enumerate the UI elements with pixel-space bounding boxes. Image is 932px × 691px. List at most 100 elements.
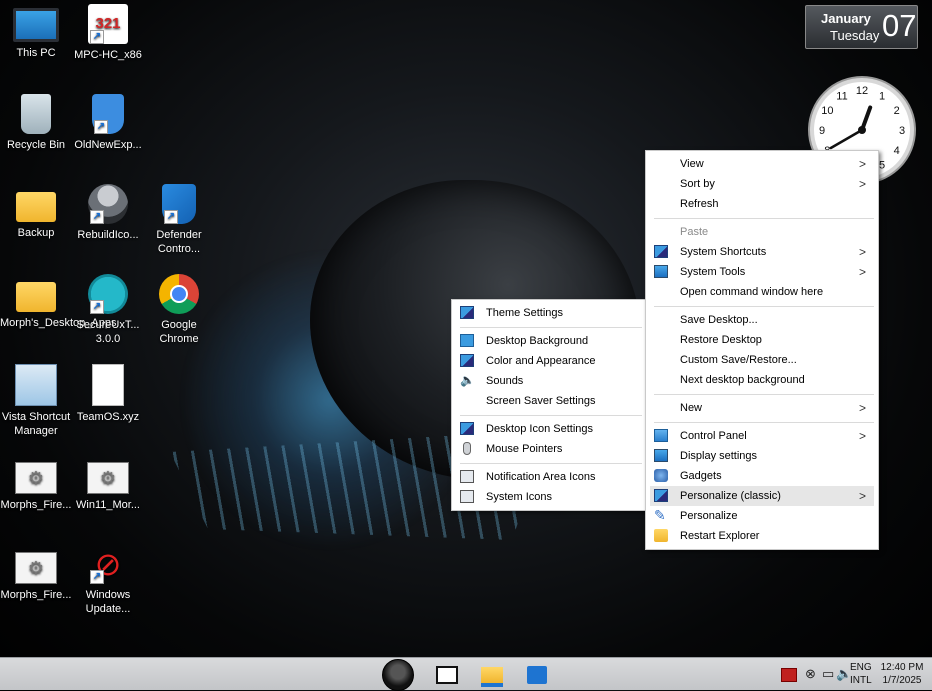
desktop-icon-rebuildicon[interactable]: ↗ RebuildIco... — [72, 184, 144, 242]
menu-item-custom-save-restore[interactable]: Custom Save/Restore... — [646, 350, 878, 370]
menu-item-next-desktop-background[interactable]: Next desktop background — [646, 370, 878, 390]
menu-item-refresh[interactable]: Refresh — [646, 194, 878, 214]
submenu-item-desktop-icon-settings[interactable]: Desktop Icon Settings — [452, 419, 646, 439]
clock-number: 3 — [899, 125, 905, 137]
submenu-item-mouse-pointers[interactable]: Mouse Pointers — [452, 439, 646, 459]
chrome-document-icon — [92, 364, 124, 406]
submenu-item-desktop-background[interactable]: Desktop Background — [452, 331, 646, 351]
submenu-item-color-and-appearance[interactable]: Color and Appearance — [452, 351, 646, 371]
menu-item-restore-desktop[interactable]: Restore Desktop — [646, 330, 878, 350]
menu-item-gadgets[interactable]: Gadgets — [646, 466, 878, 486]
control-panel-icon — [654, 429, 668, 442]
windows-update-blocked-icon: ⊘ ↗ — [88, 544, 128, 584]
task-view-button[interactable] — [432, 660, 462, 688]
desktop-icon-google-chrome[interactable]: Google Chrome — [143, 274, 215, 346]
submenu-item-screen-saver-settings[interactable]: Screen Saver Settings — [452, 391, 646, 411]
desktop-icon-label: OldNewExp... — [74, 139, 142, 151]
clock-number: 5 — [879, 160, 885, 172]
clock-number: 4 — [894, 145, 900, 157]
pen-icon: ✎ — [654, 507, 666, 523]
desktop-icon-morphs-fire-2[interactable]: ⚙ Morphs_Fire... — [0, 544, 72, 602]
desktop-icon-mpc-hc[interactable]: 321 ↗ MPC-HC_x86 — [72, 4, 144, 62]
submenu-item-sounds[interactable]: 🔈 Sounds — [452, 371, 646, 391]
desktop-icon-label: Google Chrome — [159, 319, 199, 345]
menu-item-sort-by[interactable]: Sort by > — [646, 174, 878, 194]
submenu-separator — [460, 463, 642, 464]
shortcut-arrow-icon: ↗ — [164, 210, 178, 224]
red-app-icon[interactable] — [781, 668, 797, 682]
desktop-icon-label: Morphs_Fire... — [0, 499, 72, 511]
folder-icon — [16, 192, 56, 222]
menu-item-save-desktop[interactable]: Save Desktop... — [646, 310, 878, 330]
menu-item-paste[interactable]: Paste — [646, 222, 878, 242]
menu-item-open-command-window[interactable]: Open command window here — [646, 282, 878, 302]
calendar-day: 07 — [882, 8, 917, 43]
settings-gears-icon: ⚙ — [87, 462, 129, 494]
clock-number: 2 — [894, 105, 900, 117]
defender-shield-icon: ↗ — [162, 184, 196, 224]
recycle-bin-icon — [21, 94, 51, 134]
menu-item-view[interactable]: View > — [646, 154, 878, 174]
submenu-item-system-icons[interactable]: System Icons — [452, 487, 646, 507]
desktop-icon-label: Morph's_Desktop_Apps — [0, 317, 117, 329]
menu-item-control-panel[interactable]: Control Panel > — [646, 426, 878, 446]
calendar-gadget[interactable]: January Tuesday 07 — [805, 5, 918, 49]
menu-item-system-tools[interactable]: System Tools > — [646, 262, 878, 282]
store-button[interactable] — [522, 660, 552, 688]
desktop-icon-oldnewexplorer[interactable]: ↗ OldNewExp... — [72, 94, 144, 152]
chrome-icon — [159, 274, 199, 314]
store-icon — [527, 666, 547, 684]
desktop-context-menu: View > Sort by > Refresh Paste System Shor… — [645, 150, 879, 550]
desktop-icon-vista-shortcut-manager[interactable]: Vista Shortcut Manager — [0, 364, 72, 438]
file-explorer-button[interactable] — [477, 660, 507, 688]
clock-number: 12 — [856, 85, 868, 97]
personalize-classic-icon — [654, 489, 668, 502]
desktop-icon-defender-control[interactable]: ↗ Defender Contro... — [143, 184, 215, 256]
settings-gears-icon: ⚙ — [15, 462, 57, 494]
menu-item-personalize-classic[interactable]: Personalize (classic) > — [650, 486, 874, 506]
desktop-icon-label: Morphs_Fire... — [0, 589, 72, 601]
menu-item-display-settings[interactable]: Display settings — [646, 446, 878, 466]
display-icon[interactable]: ▭ — [822, 666, 834, 682]
speaker-icon: 🔈 — [460, 373, 475, 387]
computer-icon — [460, 490, 474, 503]
desktop-icon-windows-update[interactable]: ⊘ ↗ Windows Update... — [72, 544, 144, 616]
submenu-item-notification-area-icons[interactable]: Notification Area Icons — [452, 467, 646, 487]
desktop-icon-this-pc[interactable]: This PC — [0, 4, 72, 60]
folder-icon — [654, 529, 668, 542]
menu-item-system-shortcuts[interactable]: System Shortcuts > — [646, 242, 878, 262]
shortcut-arrow-icon: ↗ — [94, 120, 108, 134]
desktop-icon-backup[interactable]: Backup — [0, 184, 72, 240]
mpc-player-icon: 321 ↗ — [88, 4, 128, 44]
menu-item-personalize[interactable]: ✎ Personalize — [646, 506, 878, 526]
desktop-icon-label: Vista Shortcut Manager — [1, 411, 71, 437]
menu-item-new[interactable]: New > — [646, 398, 878, 418]
taskbar-clock[interactable]: 12:40 PM 1/7/2025 — [880, 661, 924, 687]
desktop-icon-label: Defender Contro... — [156, 229, 202, 255]
submenu-separator — [460, 415, 642, 416]
clock-number: 10 — [821, 105, 833, 117]
start-button[interactable] — [382, 659, 414, 691]
input-language-indicator[interactable]: ENG INTL — [850, 661, 872, 687]
chevron-right-icon: > — [858, 265, 866, 279]
menu-item-restart-explorer[interactable]: Restart Explorer — [646, 526, 878, 546]
robot-icon: ↗ — [88, 184, 128, 224]
desktop-icon-secureuxtheme[interactable]: ↗ SecureUxT... 3.0.0 — [72, 274, 144, 346]
shield-icon: ↗ — [92, 94, 124, 134]
chevron-right-icon: > — [858, 489, 866, 503]
desktop-icon-recycle-bin[interactable]: Recycle Bin — [0, 94, 72, 152]
desktop-icon-morphs-fire-1[interactable]: ⚙ Morphs_Fire... — [0, 454, 72, 512]
submenu-item-theme-settings[interactable]: Theme Settings — [452, 303, 646, 323]
shortcut-arrow-icon: ↗ — [90, 570, 104, 584]
desktop-icon-teamos[interactable]: TeamOS.xyz — [72, 364, 144, 424]
desktop-icon-label: Backup — [17, 227, 55, 239]
calendar-weekday: Tuesday — [830, 28, 880, 43]
chevron-right-icon: > — [858, 245, 866, 259]
desktop-icon-win11-mor[interactable]: ⚙ Win11_Mor... — [72, 454, 144, 512]
desktop-icon-morphs-desktop-apps[interactable]: Morph's_Desktop_Apps — [0, 274, 117, 330]
desktop-icon-label: MPC-HC_x86 — [74, 49, 142, 61]
chevron-right-icon: > — [858, 177, 866, 191]
network-icon[interactable]: ⊗ — [805, 666, 816, 682]
mouse-icon — [463, 442, 471, 455]
desktop-icon-label: Windows Update... — [85, 589, 131, 615]
